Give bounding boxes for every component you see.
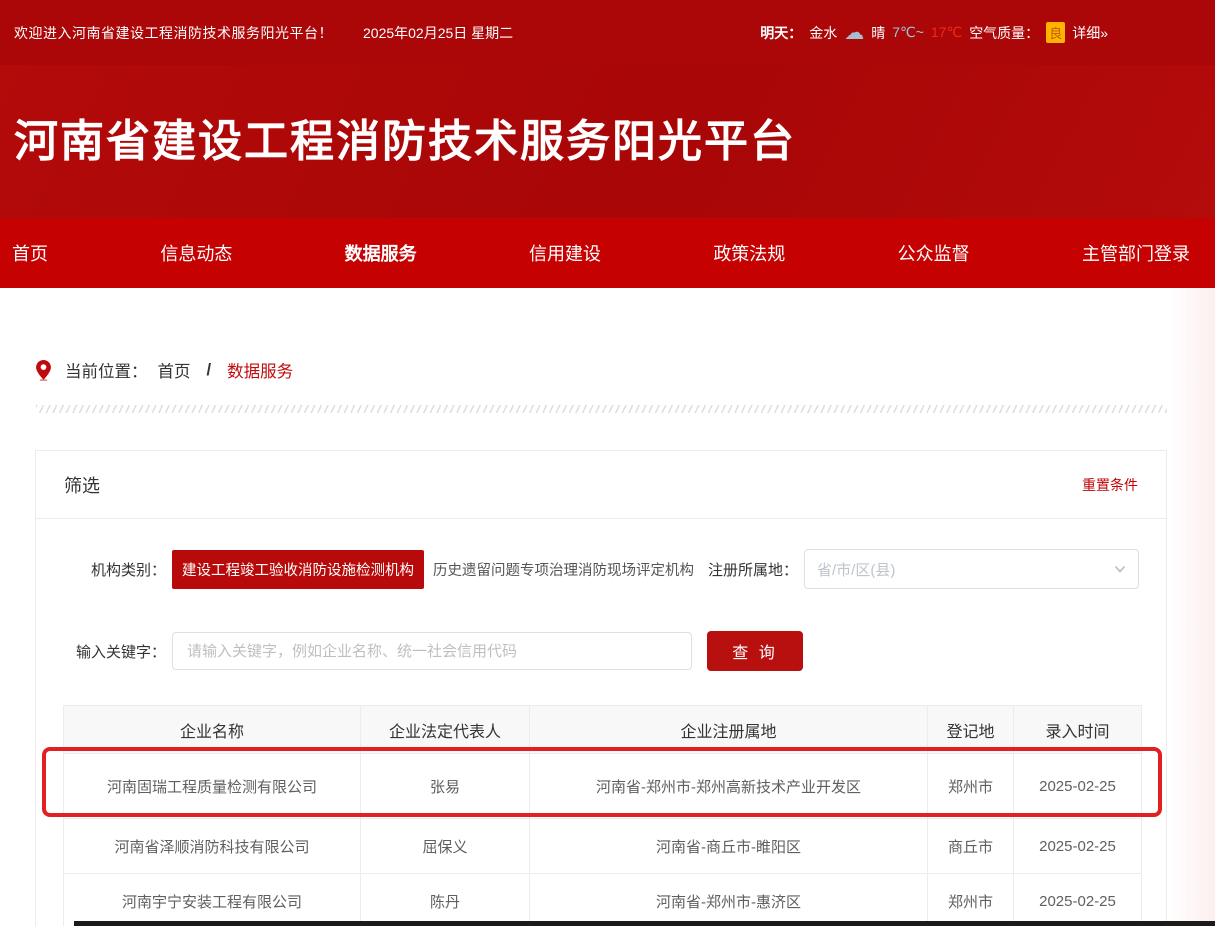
nav-item-home[interactable]: 首页 xyxy=(12,240,48,266)
cell-registry-city: 商丘市 xyxy=(928,819,1014,874)
nav-item-data-service[interactable]: 数据服务 xyxy=(345,240,417,266)
keyword-filter-row: 输入关键字： 查 询 xyxy=(36,631,1139,671)
col-registered-region: 企业注册属地 xyxy=(530,706,928,754)
weather-condition: 晴 xyxy=(871,23,885,43)
col-entry-date: 录入时间 xyxy=(1014,706,1142,754)
breadcrumb-separator: / xyxy=(201,361,218,380)
date-text: 2025年02月25日 星期二 xyxy=(363,23,513,43)
cell-company-name: 河南固瑞工程质量检测有限公司 xyxy=(64,754,361,819)
col-legal-rep: 企业法定代表人 xyxy=(361,706,530,754)
region-select-placeholder: 省/市/区(县) xyxy=(817,559,1114,580)
search-button[interactable]: 查 询 xyxy=(707,631,803,671)
weather-district: 金水 xyxy=(809,23,837,43)
region-label: 注册所属地： xyxy=(703,559,798,580)
right-background-strip xyxy=(1167,288,1215,926)
aqi-label: 空气质量： xyxy=(969,23,1039,43)
cell-registered-region: 河南省-郑州市-惠济区 xyxy=(530,874,928,926)
breadcrumb-home-link[interactable]: 首页 xyxy=(158,358,191,382)
cell-entry-date: 2025-02-25 xyxy=(1014,874,1142,926)
page-content: 当前位置： 首页 / 数据服务 筛选 重置条件 机构类别： 建设工程竣工验收消防… xyxy=(0,288,1215,926)
hatched-divider xyxy=(36,405,1167,413)
category-option-other[interactable]: 历史遗留问题专项治理消防现场评定机构 xyxy=(433,559,694,580)
keyword-label: 输入关键字： xyxy=(36,641,166,662)
table-row[interactable]: 河南省泽顺消防科技有限公司 屈保义 河南省-商丘市-睢阳区 商丘市 2025-0… xyxy=(64,819,1142,874)
category-option-selected[interactable]: 建设工程竣工验收消防设施检测机构 xyxy=(172,550,424,589)
nav-item-news[interactable]: 信息动态 xyxy=(160,240,232,266)
cell-legal-rep: 陈丹 xyxy=(361,874,530,926)
nav-item-credit[interactable]: 信用建设 xyxy=(529,240,601,266)
cell-registered-region: 河南省-郑州市-郑州高新技术产业开发区 xyxy=(530,754,928,819)
temp-low: 7℃~ xyxy=(892,24,924,41)
cell-legal-rep: 张易 xyxy=(361,754,530,819)
breadcrumb-label: 当前位置： xyxy=(65,358,148,382)
table-header-row: 企业名称 企业法定代表人 企业注册属地 登记地 录入时间 xyxy=(64,706,1142,754)
chevron-down-icon xyxy=(1114,563,1126,575)
breadcrumb-current: 数据服务 xyxy=(227,358,293,382)
filter-card: 筛选 重置条件 机构类别： 建设工程竣工验收消防设施检测机构 历史遗留问题专项治… xyxy=(35,450,1167,926)
nav-item-supervision[interactable]: 公众监督 xyxy=(898,240,970,266)
footer-edge-strip xyxy=(74,921,1215,926)
keyword-input[interactable] xyxy=(172,632,692,670)
cell-entry-date: 2025-02-25 xyxy=(1014,754,1142,819)
col-registry-city: 登记地 xyxy=(928,706,1014,754)
reset-filters-link[interactable]: 重置条件 xyxy=(1082,475,1138,495)
cell-registry-city: 郑州市 xyxy=(928,874,1014,926)
site-title: 河南省建设工程消防技术服务阳光平台 xyxy=(14,118,1215,166)
filter-card-header: 筛选 重置条件 xyxy=(36,451,1166,519)
cell-company-name: 河南宇宁安装工程有限公司 xyxy=(64,874,361,926)
category-label: 机构类别： xyxy=(36,559,166,580)
breadcrumb: 当前位置： 首页 / 数据服务 xyxy=(36,358,293,382)
nav-item-admin-login[interactable]: 主管部门登录 xyxy=(1082,240,1190,266)
cell-legal-rep: 屈保义 xyxy=(361,819,530,874)
site-banner: 河南省建设工程消防技术服务阳光平台 xyxy=(0,65,1215,218)
temp-high: 17℃ xyxy=(931,24,962,41)
cell-entry-date: 2025-02-25 xyxy=(1014,819,1142,874)
cell-registry-city: 郑州市 xyxy=(928,754,1014,819)
cell-registered-region: 河南省-商丘市-睢阳区 xyxy=(530,819,928,874)
table-row[interactable]: 河南固瑞工程质量检测有限公司 张易 河南省-郑州市-郑州高新技术产业开发区 郑州… xyxy=(64,754,1142,819)
results-table: 企业名称 企业法定代表人 企业注册属地 登记地 录入时间 河南固瑞工程质量检测有… xyxy=(63,705,1142,926)
location-pin-icon xyxy=(36,360,51,381)
weather-widget: 明天： 金水 ☁ 晴 7℃~ 17℃ 空气质量： 良 详细» xyxy=(760,22,1108,43)
filter-title: 筛选 xyxy=(64,472,100,498)
region-select[interactable]: 省/市/区(县) xyxy=(804,549,1139,589)
aqi-badge: 良 xyxy=(1046,22,1065,43)
cloud-icon: ☁ xyxy=(844,23,864,43)
weather-tomorrow-label: 明天： xyxy=(760,23,802,43)
main-nav: 首页 信息动态 数据服务 信用建设 政策法规 公众监督 主管部门登录 xyxy=(0,218,1215,288)
table-row[interactable]: 河南宇宁安装工程有限公司 陈丹 河南省-郑州市-惠济区 郑州市 2025-02-… xyxy=(64,874,1142,926)
weather-detail-link[interactable]: 详细» xyxy=(1072,23,1108,43)
cell-company-name: 河南省泽顺消防科技有限公司 xyxy=(64,819,361,874)
welcome-text: 欢迎进入河南省建设工程消防技术服务阳光平台！ xyxy=(14,23,333,43)
nav-item-policy[interactable]: 政策法规 xyxy=(713,240,785,266)
col-company-name: 企业名称 xyxy=(64,706,361,754)
top-info-bar: 欢迎进入河南省建设工程消防技术服务阳光平台！ 2025年02月25日 星期二 明… xyxy=(0,0,1215,65)
category-filter-row: 机构类别： 建设工程竣工验收消防设施检测机构 历史遗留问题专项治理消防现场评定机… xyxy=(36,549,1139,589)
